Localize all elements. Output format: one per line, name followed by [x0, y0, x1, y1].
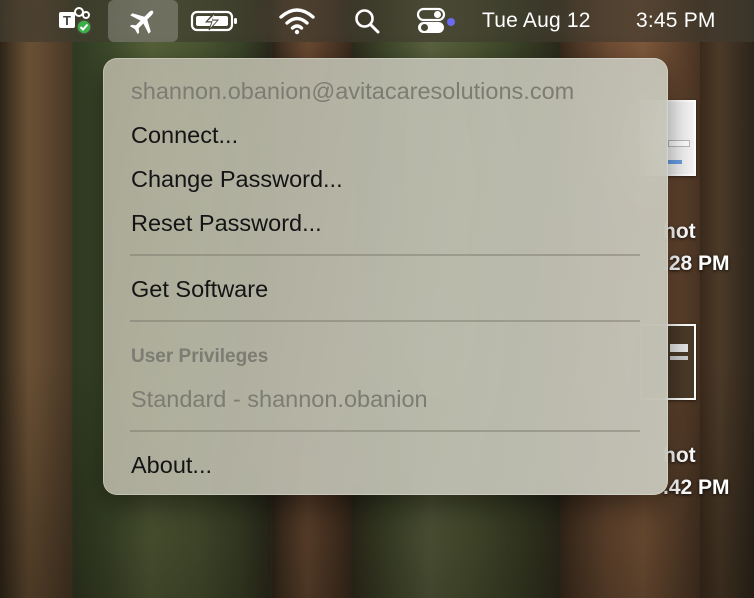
- menu-section-header: User Privileges: [131, 346, 269, 367]
- menu-bar: T Tue Aug 12 3:45 PM: [0, 0, 754, 42]
- airplane-icon[interactable]: [108, 0, 178, 42]
- control-center-icon[interactable]: [413, 0, 459, 42]
- svg-text:T: T: [63, 13, 71, 28]
- menu-item-about[interactable]: About...: [131, 452, 212, 479]
- menu-item-get-software[interactable]: Get Software: [131, 276, 268, 303]
- menu-separator: [130, 430, 640, 432]
- menubar-time[interactable]: 3:45 PM: [636, 0, 716, 42]
- menu-privileges-value: Standard - shannon.obanion: [131, 386, 428, 412]
- desktop-item-label[interactable]: .28 PM: [663, 252, 730, 276]
- menu-separator: [130, 254, 640, 256]
- menubar-date[interactable]: Tue Aug 12: [482, 0, 591, 42]
- menu-separator: [130, 320, 640, 322]
- wifi-icon[interactable]: [275, 0, 319, 42]
- menu-account-email: shannon.obanion@avitacaresolutions.com: [131, 78, 575, 104]
- teams-icon[interactable]: T: [52, 0, 96, 42]
- menu-item-reset-password[interactable]: Reset Password...: [131, 210, 322, 237]
- airplane-dropdown-menu: shannon.obanion@avitacaresolutions.com C…: [103, 58, 668, 495]
- menu-item-change-password[interactable]: Change Password...: [131, 166, 343, 193]
- desktop-item-label[interactable]: .42 PM: [663, 476, 730, 500]
- menu-item-connect[interactable]: Connect...: [131, 122, 238, 149]
- search-icon[interactable]: [347, 0, 387, 42]
- battery-charging-icon[interactable]: [187, 0, 243, 42]
- focus-indicator-dot: [447, 18, 455, 26]
- tree-trunk: [0, 42, 72, 598]
